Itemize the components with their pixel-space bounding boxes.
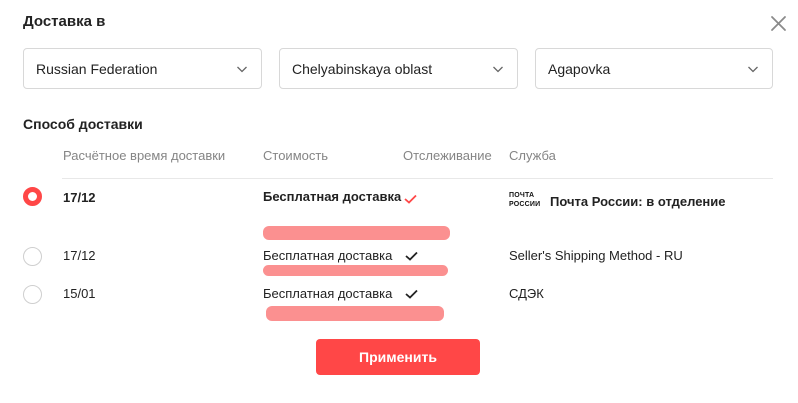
chevron-down-icon: [493, 66, 503, 73]
redaction-mark: [263, 265, 448, 276]
shipping-service: Seller's Shipping Method - RU: [509, 248, 683, 263]
close-icon[interactable]: [770, 15, 787, 32]
shipping-option-radio[interactable]: [23, 247, 42, 266]
pochta-logo: ПОЧТА РОССИИ: [509, 192, 541, 208]
apply-button[interactable]: Применить: [316, 339, 480, 375]
shipping-option-radio[interactable]: [23, 285, 42, 304]
country-select[interactable]: Russian Federation: [23, 48, 262, 89]
shipping-price: Бесплатная доставка: [263, 189, 402, 204]
delivery-date: 17/12: [63, 248, 96, 263]
shipping-price: Бесплатная доставка: [263, 248, 393, 263]
chevron-down-icon: [237, 66, 247, 73]
column-header-cost: Стоимость: [263, 148, 329, 163]
table-divider: [62, 178, 773, 179]
column-header-tracking: Отслеживание: [403, 148, 492, 163]
redaction-mark: [263, 226, 450, 240]
redaction-mark: [266, 306, 444, 321]
check-icon: [405, 251, 418, 261]
country-select-value: Russian Federation: [36, 61, 158, 77]
section-title: Способ доставки: [23, 116, 143, 132]
page-title: Доставка в: [23, 13, 106, 30]
city-select[interactable]: Agapovka: [535, 48, 773, 89]
shipping-service: СДЭК: [509, 286, 544, 301]
chevron-down-icon: [748, 66, 758, 73]
shipping-service: Почта России: в отделение: [550, 194, 726, 209]
shipping-option-radio[interactable]: [23, 187, 42, 206]
city-select-value: Agapovka: [548, 61, 611, 77]
check-icon: [405, 289, 418, 299]
check-icon: [404, 194, 417, 204]
region-select[interactable]: Chelyabinskaya oblast: [279, 48, 518, 89]
region-select-value: Chelyabinskaya oblast: [292, 61, 433, 77]
column-header-time: Расчётное время доставки: [63, 148, 226, 163]
delivery-date: 15/01: [63, 286, 96, 301]
shipping-price: Бесплатная доставка: [263, 286, 393, 301]
column-header-service: Служба: [509, 148, 556, 163]
delivery-date: 17/12: [63, 190, 96, 205]
